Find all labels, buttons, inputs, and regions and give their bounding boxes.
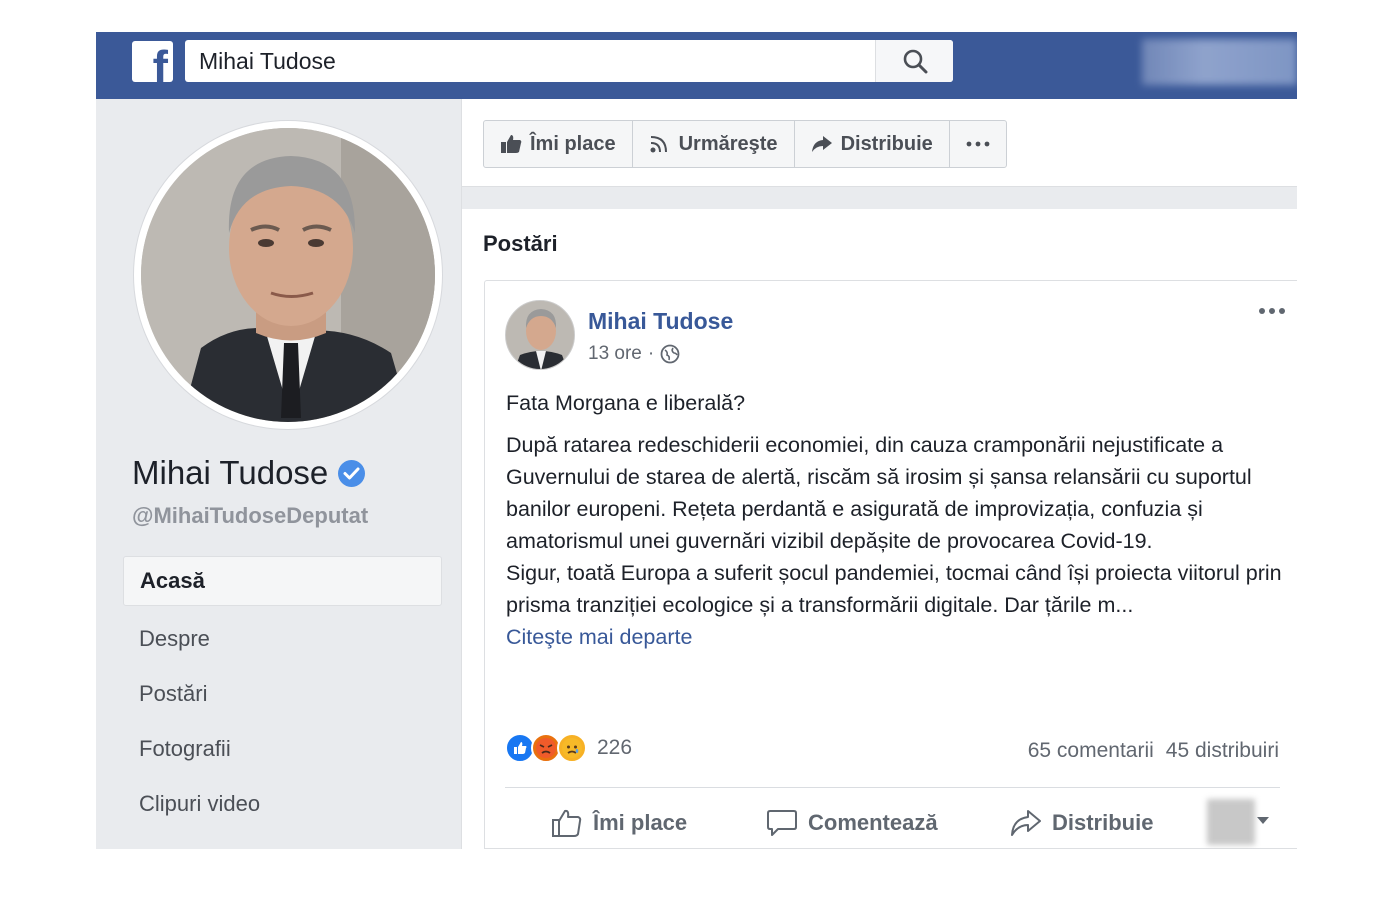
left-sidebar: Mihai Tudose @MihaiTudoseDeputat Acasă D… [96,99,462,849]
profile-name: Mihai Tudose [132,454,366,492]
post-timestamp[interactable]: 13 ore [588,343,642,365]
globe-icon [660,344,680,364]
post-stats: 65 comentarii 45 distribuiri [1028,739,1279,763]
meta-separator: · [647,343,655,364]
post-divider [505,787,1280,788]
reaction-count: 226 [597,736,633,759]
page-action-buttons: Îmi place Urmăreşte Distribuie [483,120,1007,168]
post-share-button[interactable]: Distribuie [1010,801,1153,845]
blurred-user-menu[interactable] [1142,39,1297,85]
top-navigation-bar: f [96,32,1297,99]
post-like-button[interactable]: Îmi place [551,801,687,845]
chevron-down-icon[interactable] [1257,817,1269,824]
page-share-button[interactable]: Distribuie [795,121,950,167]
profile-picture[interactable] [134,121,442,429]
nav-item-home[interactable]: Acasă [123,556,442,606]
blurred-commenter-avatar[interactable] [1207,799,1255,845]
more-dots-icon [966,141,990,147]
share-outline-icon [1011,810,1041,836]
search-input[interactable] [185,40,873,82]
posts-section: Postări Mihai Tudose 13 ore · Fata Morga… [462,209,1297,849]
comment-bubble-icon [767,810,797,836]
search-bar [185,40,953,82]
profile-photo-avatar [141,128,435,422]
rss-follow-icon [650,136,667,153]
share-arrow-icon [811,136,832,152]
sad-reaction-icon [557,733,587,763]
nav-item-about[interactable]: Despre [123,611,442,666]
post-author-name[interactable]: Mihai Tudose [588,308,733,335]
post-paragraph-1: După ratarea redeschiderii economiei, di… [506,433,1252,553]
search-button[interactable] [875,40,953,82]
nav-item-photos[interactable]: Fotografii [123,721,442,776]
page-navigation: Acasă Despre Postări Fotografii Clipuri … [123,556,442,831]
page-share-label: Distribuie [840,132,933,155]
read-more-link[interactable]: Citeşte mai departe [506,621,1286,653]
profile-handle[interactable]: @MihaiTudoseDeputat [132,503,368,529]
search-icon [903,49,927,74]
comments-count[interactable]: 65 comentarii [1028,739,1154,763]
post-comment-button[interactable]: Comentează [766,801,938,845]
facebook-page-frame: f Mihai Tudose Mihai Tudose @MihaiTudose… [96,32,1297,849]
post-meta: 13 ore · [588,343,680,365]
thumbs-up-icon [501,135,522,153]
post-options-button[interactable] [1257,301,1287,321]
post-comment-label: Comentează [808,810,938,835]
post-title-line: Fata Morgana e liberală? [506,391,746,415]
page-action-bar: Îmi place Urmăreşte Distribuie [462,99,1297,187]
shares-count[interactable]: 45 distribuiri [1166,739,1279,763]
page-like-button[interactable]: Îmi place [484,121,633,167]
post-author-avatar[interactable] [505,300,575,370]
page-follow-button[interactable]: Urmăreşte [633,121,795,167]
nav-item-posts[interactable]: Postări [123,666,442,721]
post-card: Mihai Tudose 13 ore · Fata Morgana e lib… [484,280,1297,849]
posts-section-title: Postări [483,231,558,256]
verified-badge-icon [337,459,366,488]
page-more-button[interactable] [950,121,1006,167]
nav-item-videos[interactable]: Clipuri video [123,776,442,831]
page-like-label: Îmi place [530,132,616,155]
post-action-bar: Îmi place Comentează Distribuie [505,799,1280,845]
post-like-label: Îmi place [593,810,688,835]
more-dots-icon [1259,308,1285,314]
post-text: Fata Morgana e liberală? După ratarea re… [506,387,1286,653]
facebook-logo-icon[interactable]: f [132,41,173,82]
page-follow-label: Urmăreşte [678,132,778,155]
post-share-label: Distribuie [1052,810,1154,835]
profile-name-text: Mihai Tudose [132,454,329,491]
post-reactions[interactable]: 226 [505,733,632,763]
post-paragraph-2: Sigur, toată Europa a suferit șocul pand… [506,561,1282,617]
thumbs-up-outline-icon [552,809,582,837]
